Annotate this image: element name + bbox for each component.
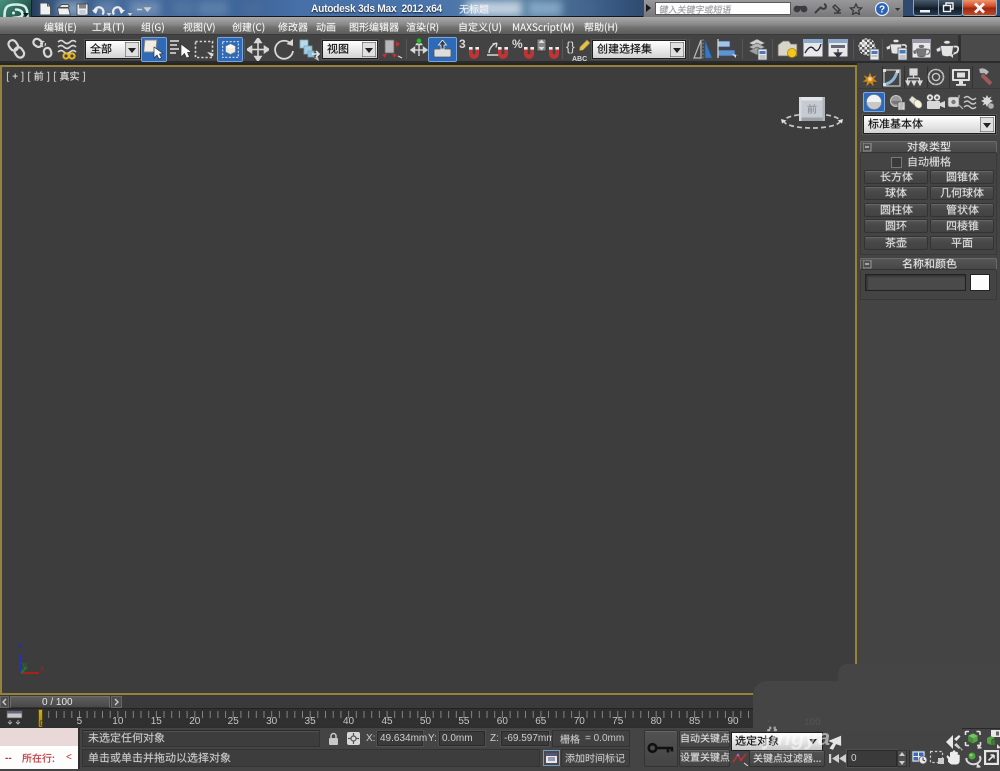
svg-text:3: 3: [459, 37, 466, 51]
svg-text:y: y: [22, 660, 27, 670]
svg-text:x: x: [40, 663, 45, 673]
svg-text:{}: {}: [566, 39, 575, 54]
svg-text:%: %: [512, 37, 523, 51]
svg-text:ABC: ABC: [572, 56, 587, 63]
svg-text:z: z: [18, 640, 23, 650]
svg-text:?: ?: [879, 5, 885, 16]
